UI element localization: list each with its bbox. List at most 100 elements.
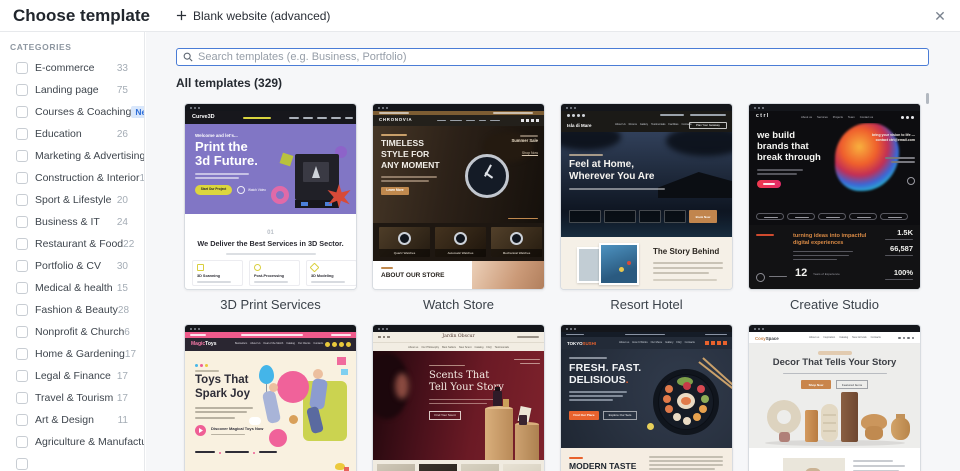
template-thumb-3d-print-services[interactable]: Curve3D Welcome and let's... Print the 3… (184, 103, 357, 290)
t4-stats-section: turning ideas into impactful digital exp… (749, 225, 920, 289)
t2-logo: CHRONOVIA (379, 117, 413, 122)
t5-play-icon (195, 425, 206, 436)
template-thumb-watch-store[interactable]: CHRONOVIA TIMELESS STYLE FOR ANY MOMENT … (372, 103, 545, 290)
t5-marquee (185, 448, 356, 456)
blank-website-button[interactable]: Blank website (advanced) (176, 0, 330, 31)
checkbox[interactable] (16, 128, 28, 140)
template-thumb-perfume[interactable]: Jardin Obscur About us Our Philosophy Best… (372, 324, 545, 471)
template-card-resort-hotel: Isla di Mare About Us Rooms Gallery Testimo… (560, 103, 733, 324)
t4-social-icons (901, 115, 914, 119)
categories-sidebar: CATEGORIES E-commerce 33 Landing page 75 C… (0, 32, 145, 471)
t6-hero: Scents That Tell Your Story Find Your Sc… (373, 351, 544, 460)
sidebar-item-travel-tourism[interactable]: Travel & Tourism 17 (0, 387, 144, 409)
t6-hero-title1: Scents That (429, 370, 490, 381)
t3-logo: Isla di Mare (567, 123, 592, 128)
t2-categories-section: Quartz Watches Automatic Watches Mechani… (373, 223, 544, 261)
t2-promo-kicker: Summer Sale (511, 138, 538, 143)
sidebar-item-sport-lifestyle[interactable]: Sport & Lifestyle 20 (0, 189, 144, 211)
t4-section-title1: turning ideas into impactful (793, 233, 867, 239)
checkbox[interactable] (16, 260, 28, 272)
checkbox[interactable] (16, 84, 28, 96)
checkbox[interactable] (16, 194, 28, 206)
t4-footer-logo-icon (756, 273, 765, 282)
checkbox[interactable] (16, 304, 28, 316)
t4-stat3: 12 (795, 267, 808, 279)
t7-hero: FRESH. FAST. DELISIOUS. Find Our Place E… (561, 349, 732, 448)
t2-hero-title3: ANY MOMENT (381, 160, 440, 170)
template-card-watch-store: CHRONOVIA TIMELESS STYLE FOR ANY MOMENT … (372, 103, 545, 324)
t4-stat1: 1.5K (897, 228, 913, 237)
t2-about-photo (472, 261, 544, 289)
checkbox[interactable] (16, 348, 28, 360)
sidebar-item-partial[interactable] (0, 453, 144, 471)
checkbox[interactable] (16, 436, 28, 448)
scrollbar-thumb[interactable] (926, 93, 929, 104)
sidebar-item-education[interactable]: Education 26 (0, 123, 144, 145)
t8-shop-now-button: Shop Now (801, 380, 831, 389)
sidebar-item-nonprofit-church[interactable]: Nonprofit & Church 6 (0, 321, 144, 343)
sidebar-item-courses-coaching[interactable]: Courses & CoachingNew8 (0, 101, 144, 123)
checkbox[interactable] (16, 216, 28, 228)
template-thumb-decor[interactable]: CosySpace About us Inspiration Catalog New … (748, 324, 921, 471)
sidebar-item-portfolio-cv[interactable]: Portfolio & CV 30 (0, 255, 144, 277)
t7-sushi-platter-illustration (647, 357, 732, 441)
checkbox[interactable] (16, 282, 28, 294)
checkbox[interactable] (16, 370, 28, 382)
sidebar-item-ecommerce[interactable]: E-commerce 33 (0, 57, 144, 79)
t8-nav: CosySpace About us Inspiration Catalog New … (749, 332, 920, 344)
template-card-creative-studio: ctrl About us Services Projects Team Contact… (748, 103, 921, 324)
t2-about-title: ABOUT OUR STORE (381, 272, 445, 279)
t5-nav: MagicToys Bestsellers About Us Deal of the… (185, 338, 356, 351)
checkbox[interactable] (16, 414, 28, 426)
t1-services-section: 01 We Deliver the Best Services in 3D Se… (185, 214, 356, 289)
t1-feature-cards: 3D Scanning Post-Processing 3D Modeling (192, 260, 356, 286)
checkbox[interactable] (16, 150, 28, 162)
t8-social-icons (898, 336, 914, 339)
sidebar-item-legal-finance[interactable]: Legal & Finance 17 (0, 365, 144, 387)
sidebar-item-medical-health[interactable]: Medical & health 15 (0, 277, 144, 299)
t6-cta-button: Find Your Scent (429, 411, 461, 420)
t1-hero-kicker: Welcome and let's... (195, 133, 238, 138)
t3-hero-title2: Wherever You Are (569, 171, 655, 182)
sidebar-item-marketing-advertising[interactable]: Marketing & Advertising25 (0, 145, 144, 167)
browser-bar (185, 325, 356, 332)
checkbox[interactable] (16, 172, 28, 184)
t4-hero-title3: break through (757, 152, 821, 163)
t2-hero: TIMELESS STYLE FOR ANY MOMENT Learn More… (373, 126, 544, 223)
t8-bottom-section (749, 448, 920, 471)
sidebar-item-fashion-beauty[interactable]: Fashion & Beauty 28 (0, 299, 144, 321)
t7-about-section: MODERN TASTE (561, 448, 732, 471)
t5-social-icons (325, 342, 351, 347)
checkbox[interactable] (16, 458, 28, 470)
browser-bar (749, 104, 920, 111)
sidebar-item-home-gardening[interactable]: Home & Gardening 17 (0, 343, 144, 365)
sidebar-item-landing-page[interactable]: Landing page 75 (0, 79, 144, 101)
sidebar-item-art-design[interactable]: Art & Design 11 (0, 409, 144, 431)
template-thumb-resort-hotel[interactable]: Isla di Mare About Us Rooms Gallery Testimo… (560, 103, 733, 290)
checkbox[interactable] (16, 238, 28, 250)
browser-bar (561, 325, 732, 332)
t3-booking-bar: Book Now (569, 210, 717, 223)
checkbox[interactable] (16, 62, 28, 74)
template-thumb-sushi[interactable]: TOKYOSUSHI About us How It Works Our Menu G… (560, 324, 733, 471)
template-card-decor: CosySpace About us Inspiration Catalog New … (748, 324, 921, 471)
close-icon[interactable]: ✕ (930, 6, 950, 26)
t1-section-title: We Deliver the Best Services in 3D Secto… (197, 239, 344, 248)
browser-bar (373, 104, 544, 111)
sidebar-item-business-it[interactable]: Business & IT 24 (0, 211, 144, 233)
sidebar-item-restaurant-food[interactable]: Restaurant & Food 22 (0, 233, 144, 255)
template-thumb-toys[interactable]: MagicToys Bestsellers About Us Deal of the… (184, 324, 357, 471)
t7-section-title: MODERN TASTE (569, 461, 637, 471)
t5-dots (195, 364, 208, 367)
sidebar-item-construction-interior[interactable]: Construction & Interior16 (0, 167, 144, 189)
checkbox[interactable] (16, 326, 28, 338)
template-thumb-creative-studio[interactable]: ctrl About us Services Projects Team Contact… (748, 103, 921, 290)
checkbox[interactable] (16, 392, 28, 404)
t4-stat3-label: Years of Experience (813, 272, 840, 276)
sidebar-item-agriculture-manufacturing[interactable]: Agriculture & Manufacturing9 (0, 431, 144, 453)
t4-nav: ctrl About us Services Projects Team Contact… (749, 111, 920, 123)
template-card-perfume: Jardin Obscur About us Our Philosophy Best… (372, 324, 545, 471)
t7-hero-title2: DELISIOUS. (569, 374, 629, 386)
search-input[interactable] (198, 51, 922, 63)
checkbox[interactable] (16, 106, 28, 118)
